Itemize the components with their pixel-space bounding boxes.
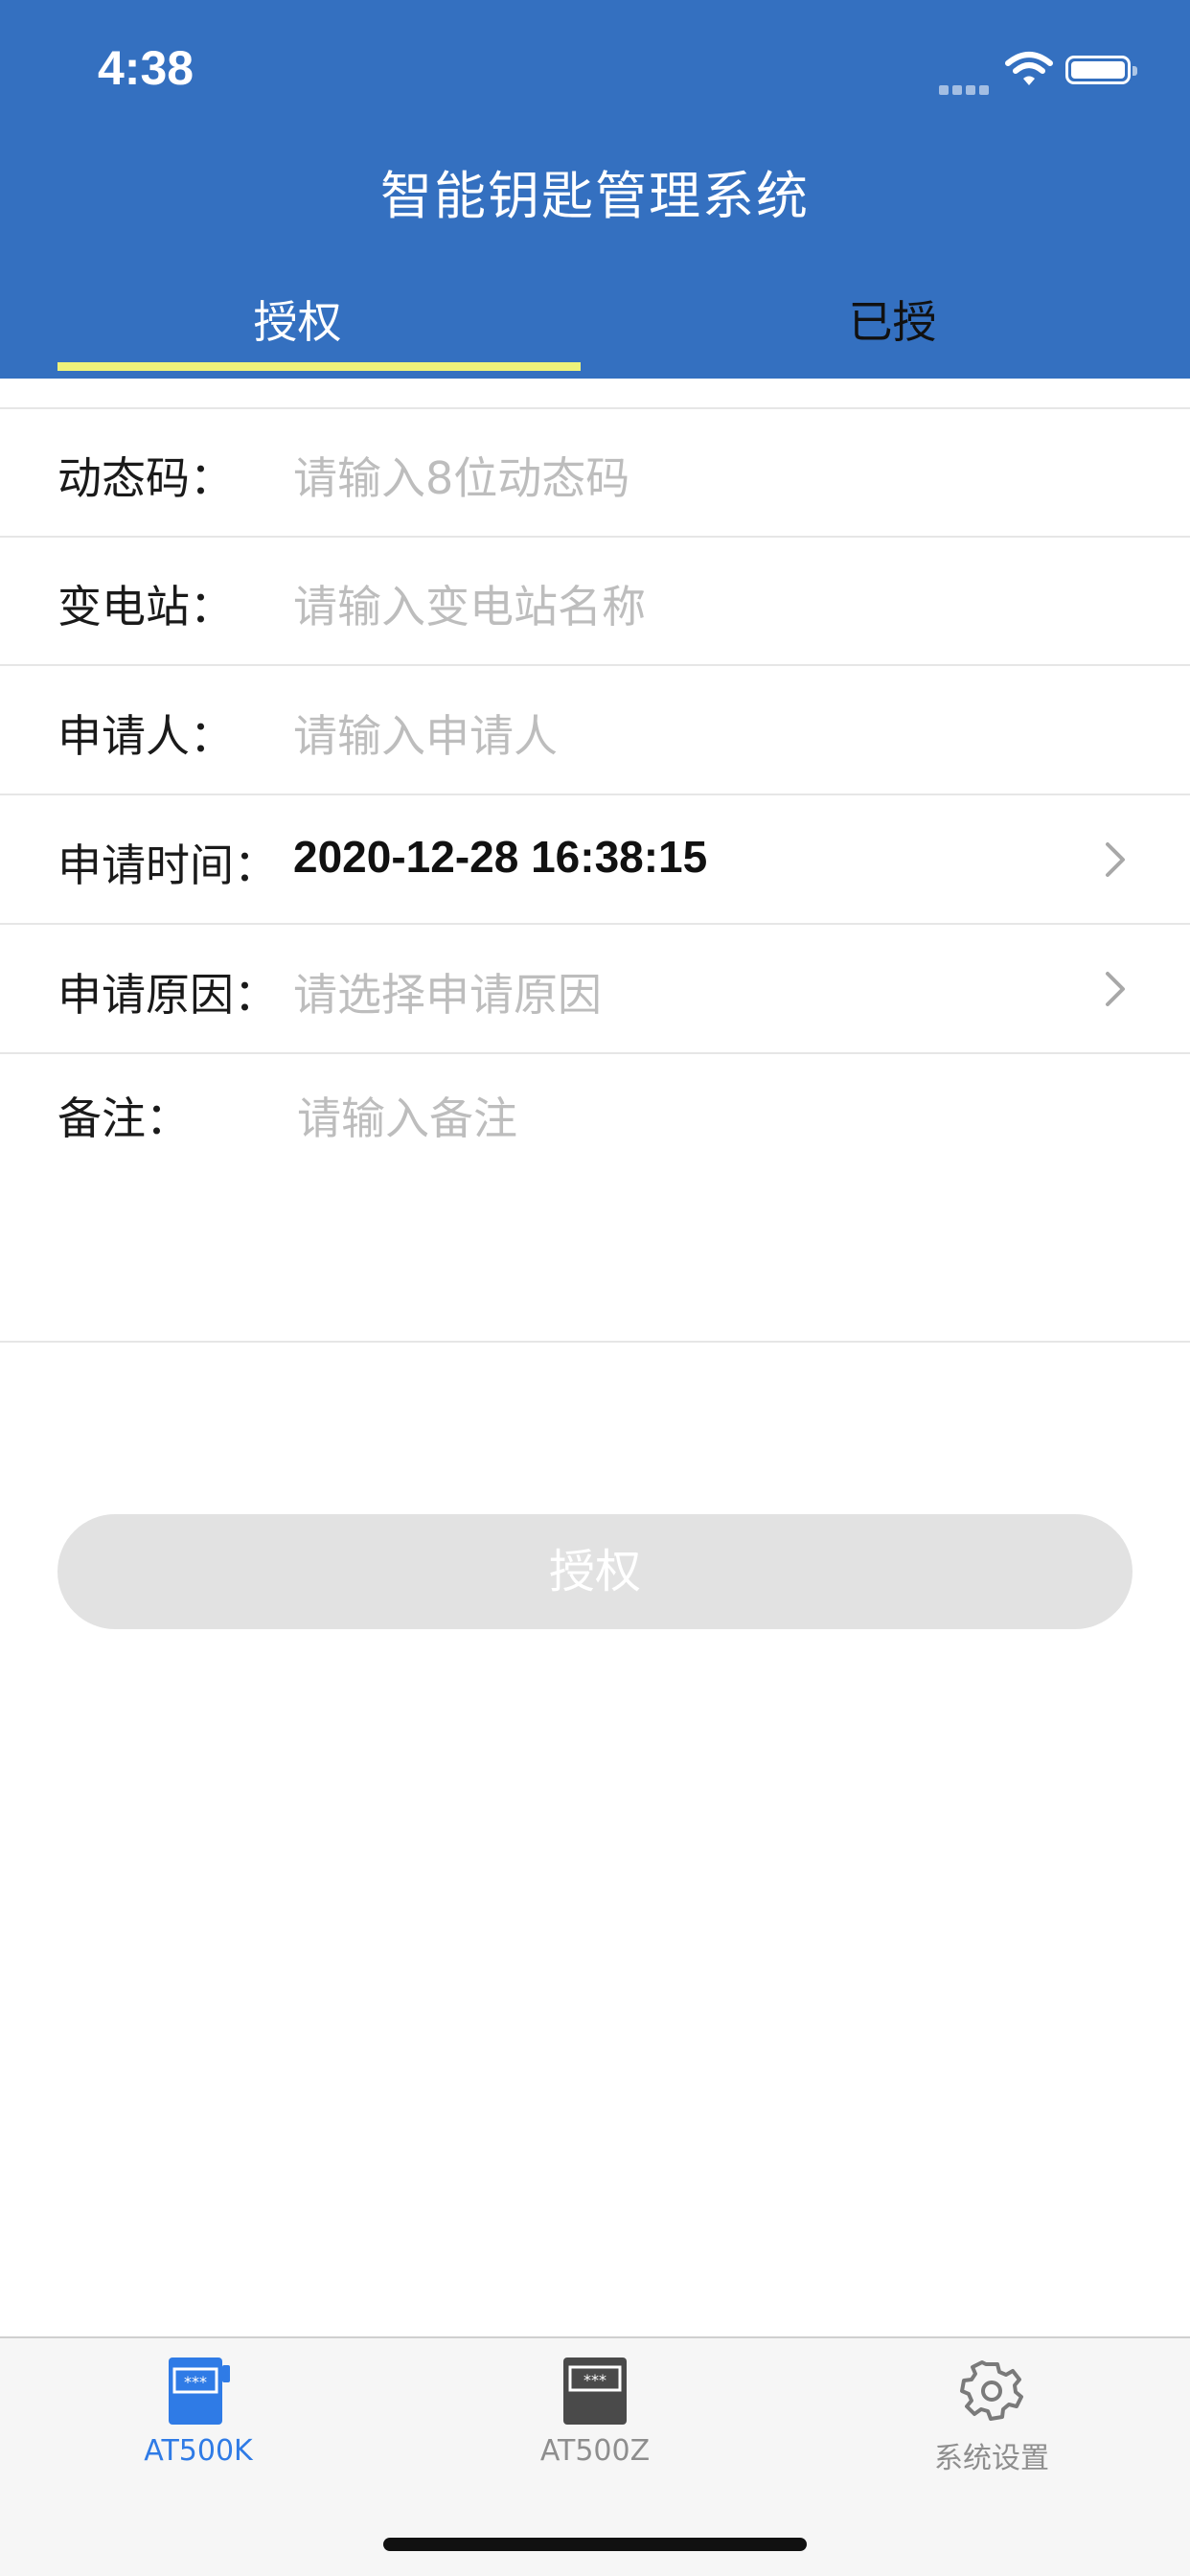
applicant-label: 申请人： [57, 710, 234, 762]
svg-text:***: *** [584, 2371, 606, 2389]
dynamic-code-input[interactable]: 请输入8位动态码 [293, 444, 629, 507]
chevron-right-icon[interactable] [1096, 970, 1134, 1008]
tab-authorize[interactable]: 授权 [0, 288, 595, 351]
gear-icon [960, 2360, 1023, 2421]
home-indicator[interactable] [383, 2538, 807, 2551]
battery-icon [1065, 56, 1137, 84]
apply-reason-select[interactable]: 请选择申请原因 [293, 960, 602, 1024]
tab-authorized[interactable]: 已授 [595, 288, 1190, 351]
apply-reason-label: 申请原因： [57, 969, 278, 1021]
substation-label: 变电站： [57, 581, 234, 632]
apply-reason-row[interactable]: 申请原因： 请选择申请原因 [0, 926, 1190, 1054]
apply-time-row[interactable]: 申请时间： 2020-12-28 16:38:15 [0, 796, 1190, 925]
tabbar-item-at500k[interactable]: *** AT500K [0, 2356, 397, 2499]
svg-text:***: *** [184, 2373, 207, 2391]
remarks-row[interactable]: 备注： 请输入备注 [0, 1055, 1190, 1343]
tab-indicator [57, 362, 581, 371]
substation-input[interactable]: 请输入变电站名称 [293, 572, 646, 635]
at500k-device-icon: *** [169, 2358, 230, 2425]
status-time: 4:38 [98, 41, 195, 95]
chevron-right-icon[interactable] [1096, 840, 1134, 879]
applicant-row[interactable]: 申请人： 请输入申请人 [0, 667, 1190, 795]
apply-time-label: 申请时间： [57, 840, 278, 891]
tabbar-label: 系统设置 [934, 2442, 1049, 2475]
wifi-icon [1005, 52, 1053, 85]
authorize-button[interactable]: 授权 [57, 1514, 1133, 1629]
page-title: 智能钥匙管理系统 [380, 166, 810, 226]
tabbar-item-settings[interactable]: 系统设置 [793, 2356, 1190, 2499]
tabbar-label: AT500Z [539, 2434, 651, 2468]
dynamic-code-row[interactable]: 动态码： 请输入8位动态码 [0, 409, 1190, 538]
tabbar-label: AT500K [144, 2434, 253, 2468]
at500z-device-icon: *** [563, 2358, 627, 2425]
remarks-label: 备注： [57, 1092, 190, 1144]
substation-row[interactable]: 变电站： 请输入变电站名称 [0, 538, 1190, 666]
apply-time-value[interactable]: 2020-12-28 16:38:15 [293, 831, 707, 883]
cellular-signal-icon [939, 77, 993, 95]
applicant-input[interactable]: 请输入申请人 [293, 702, 558, 765]
dynamic-code-label: 动态码： [57, 452, 234, 504]
app-header: 4:38 智能钥匙管理系统 授权 已授 [0, 0, 1190, 379]
tabbar-item-at500z[interactable]: *** AT500Z [397, 2356, 793, 2499]
remarks-textarea[interactable]: 请输入备注 [297, 1084, 517, 1147]
